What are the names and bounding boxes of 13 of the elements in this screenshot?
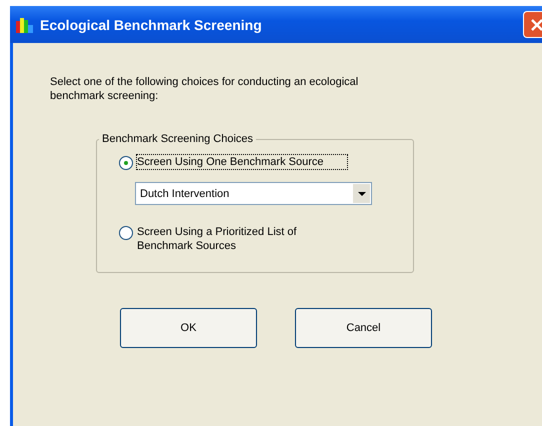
close-button[interactable] xyxy=(523,11,542,38)
radio-button[interactable] xyxy=(119,156,133,170)
bar-chart-icon xyxy=(16,16,34,32)
dialog-button[interactable]: OK xyxy=(120,308,257,348)
close-icon xyxy=(530,18,542,32)
dialog-button[interactable]: Cancel xyxy=(295,308,432,348)
radio-button[interactable] xyxy=(119,226,133,240)
benchmark-dropdown[interactable]: Dutch Intervention xyxy=(135,182,372,205)
instruction-text: Select one of the following choices for conducting an ecological benchmark screening: xyxy=(50,75,360,103)
group-title: Benchmark Screening Choices xyxy=(101,133,254,145)
radio-label[interactable]: Screen Using a Prioritized List of Benchmark Sources xyxy=(137,225,347,253)
window-title: Ecological Benchmark Screening xyxy=(40,16,263,32)
radio-label[interactable]: Screen Using One Benchmark Source xyxy=(137,155,347,169)
